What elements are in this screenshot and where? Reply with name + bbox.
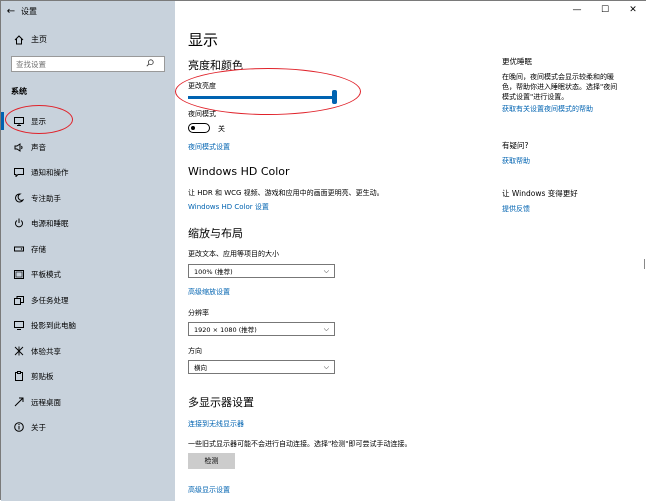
sidebar-item-label: 远程桌面 [31,397,61,407]
annotation-ellipse-brightness [175,68,361,115]
sidebar-item-label: 体验共享 [31,346,61,356]
nightlight-toggle[interactable] [188,123,210,133]
sidebar-item-label: 存储 [31,244,46,254]
maximize-button[interactable]: ☐ [591,1,619,19]
search-box[interactable] [11,56,165,72]
resolution-value: 1920 × 1080 (推荐) [194,326,257,334]
home-button[interactable]: 主页 [11,34,47,45]
advanced-scaling-link[interactable]: 高级缩放设置 [188,287,230,297]
wireless-display-link[interactable]: 连接到无线显示器 [188,419,244,429]
nightlight-settings-link[interactable]: 夜间模式设置 [188,142,230,152]
nightlight-state: 关 [218,125,225,133]
page-title: 显示 [188,31,219,49]
sidebar-item-label: 专注助手 [31,193,61,203]
storage-icon [11,245,27,253]
sidebar-item-power-sleep[interactable]: 电源和睡眠 [11,214,69,232]
home-icon [11,34,27,45]
get-help-link[interactable]: 获取帮助 [502,156,530,166]
sidebar-item-notifications[interactable]: 通知和操作 [11,163,69,181]
multitask-icon [11,295,27,305]
better-sleep-heading: 更优睡眠 [502,57,532,66]
orientation-value: 横向 [194,364,207,372]
give-feedback-link[interactable]: 提供反馈 [502,204,578,214]
sidebar-item-shared-experiences[interactable]: 体验共享 [11,342,61,360]
sidebar-item-label: 投影到此电脑 [31,320,76,330]
sidebar-item-tablet-mode[interactable]: 平板模式 [11,265,61,283]
notification-icon [11,167,27,177]
hdr-settings-link[interactable]: Windows HD Color 设置 [188,202,269,212]
close-button[interactable]: ✕ [619,1,646,19]
settings-window: ← 设置 主页 系统 显示 声音 通知和操作 [0,0,646,501]
sidebar-item-label: 电源和睡眠 [31,218,69,228]
back-arrow-icon[interactable]: ← [1,6,21,17]
sidebar-item-label: 平板模式 [31,269,61,279]
sidebar-item-multitasking[interactable]: 多任务处理 [11,291,69,309]
projection-icon [11,320,27,330]
section-heading-system: 系统 [11,87,27,96]
title-bar: ← 设置 [1,1,175,21]
sidebar-item-label: 关于 [31,422,46,432]
sidebar-item-focus-assist[interactable]: 专注助手 [11,189,61,207]
annotation-ellipse-display [5,105,73,134]
feedback-heading: 让 Windows 变得更好 [502,189,578,198]
better-sleep-text-3: 模式设置"进行设置。 [502,93,569,101]
orientation-label: 方向 [188,347,202,355]
detect-button[interactable]: 检测 [188,453,235,469]
scale-layout-heading: 缩放与布局 [188,227,243,240]
scale-value: 100% (推荐) [194,268,233,276]
orientation-dropdown[interactable]: 横向 ⌵ [188,360,335,374]
nightlight-help-link[interactable]: 获取有关设置夜间模式的帮助 [502,104,617,114]
window-title: 设置 [21,6,37,16]
sidebar-item-storage[interactable]: 存储 [11,240,46,258]
minimize-button[interactable]: — [563,1,591,19]
sidebar-item-label: 剪贴板 [31,371,54,381]
multi-display-heading: 多显示器设置 [188,396,254,409]
remote-icon [11,397,27,407]
home-label: 主页 [31,35,47,44]
better-sleep-text-1: 在晚间，夜间模式会显示较柔和的暖 [502,73,614,81]
sidebar-item-clipboard[interactable]: 剪贴板 [11,367,54,385]
chevron-down-icon: ⌵ [323,324,329,333]
sidebar: ← 设置 主页 系统 显示 声音 通知和操作 [1,1,175,501]
better-sleep-panel: 更优睡眠 在晚间，夜间模式会显示较柔和的暖 色，帮助你进入睡眠状态。选择"夜间 … [502,56,617,114]
question-panel: 有疑问? 获取帮助 [502,140,530,166]
moon-icon [11,193,27,203]
question-heading: 有疑问? [502,141,529,150]
nightlight-label: 夜间模式 [188,110,216,118]
sidebar-item-remote-desktop[interactable]: 远程桌面 [11,393,61,411]
scale-label: 更改文本、应用等项目的大小 [188,250,279,258]
scale-dropdown[interactable]: 100% (推荐) ⌵ [188,264,335,278]
sidebar-item-sound[interactable]: 声音 [11,138,46,156]
hdr-heading: Windows HD Color [188,165,290,178]
resolution-dropdown[interactable]: 1920 × 1080 (推荐) ⌵ [188,322,335,336]
info-icon [11,422,27,432]
toggle-knob [191,125,195,130]
sidebar-item-label: 多任务处理 [31,295,69,305]
resolution-label: 分辨率 [188,309,209,317]
better-sleep-text-2: 色，帮助你进入睡眠状态。选择"夜间 [502,83,618,91]
advanced-display-link[interactable]: 高级显示设置 [188,485,230,495]
detect-description: 一些旧式显示器可能不会进行自动连接。选择"检测"即可尝试手动连接。 [188,440,412,448]
chevron-down-icon: ⌵ [323,266,329,275]
speaker-icon [11,142,27,152]
active-indicator [1,112,4,130]
share-icon [11,346,27,356]
power-icon [11,218,27,228]
feedback-panel: 让 Windows 变得更好 提供反馈 [502,188,578,214]
hdr-description: 让 HDR 和 WCG 视频、游戏和应用中的画面更明亮、更生动。 [188,189,384,197]
search-input[interactable] [16,59,146,69]
sidebar-item-projecting[interactable]: 投影到此电脑 [11,316,76,334]
search-icon[interactable] [146,59,154,69]
sidebar-item-label: 通知和操作 [31,167,69,177]
tablet-icon [11,269,27,279]
window-controls: — ☐ ✕ [563,1,646,19]
clipboard-icon [11,371,27,381]
sidebar-item-about[interactable]: 关于 [11,418,46,436]
chevron-down-icon: ⌵ [323,362,329,371]
sidebar-item-label: 声音 [31,142,46,152]
scrollbar-thumb[interactable] [644,259,645,269]
